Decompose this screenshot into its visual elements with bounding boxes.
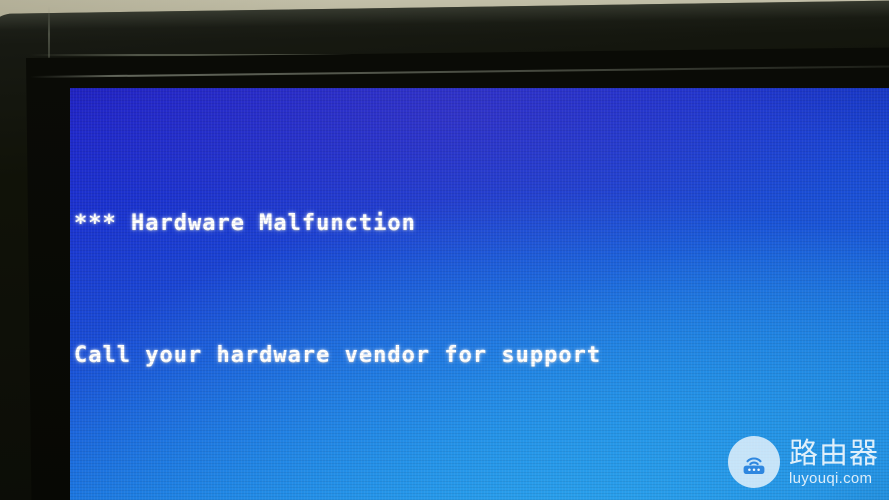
router-wifi-icon: [727, 436, 780, 488]
photograph: *** Hardware Malfunction Call your hardw…: [0, 0, 889, 500]
lcd-screen: *** Hardware Malfunction Call your hardw…: [70, 88, 889, 500]
watermark-brand-url: luyouqi.com: [788, 469, 873, 487]
message-line-1: *** Hardware Malfunction: [74, 211, 416, 236]
watermark-text: 路由器 luyouqi.com: [788, 435, 879, 487]
watermark-brand-cn: 路由器: [788, 435, 879, 470]
site-watermark: 路由器 luyouqi.com: [727, 435, 879, 488]
message-line-2: Call your hardware vendor for support: [74, 343, 602, 368]
